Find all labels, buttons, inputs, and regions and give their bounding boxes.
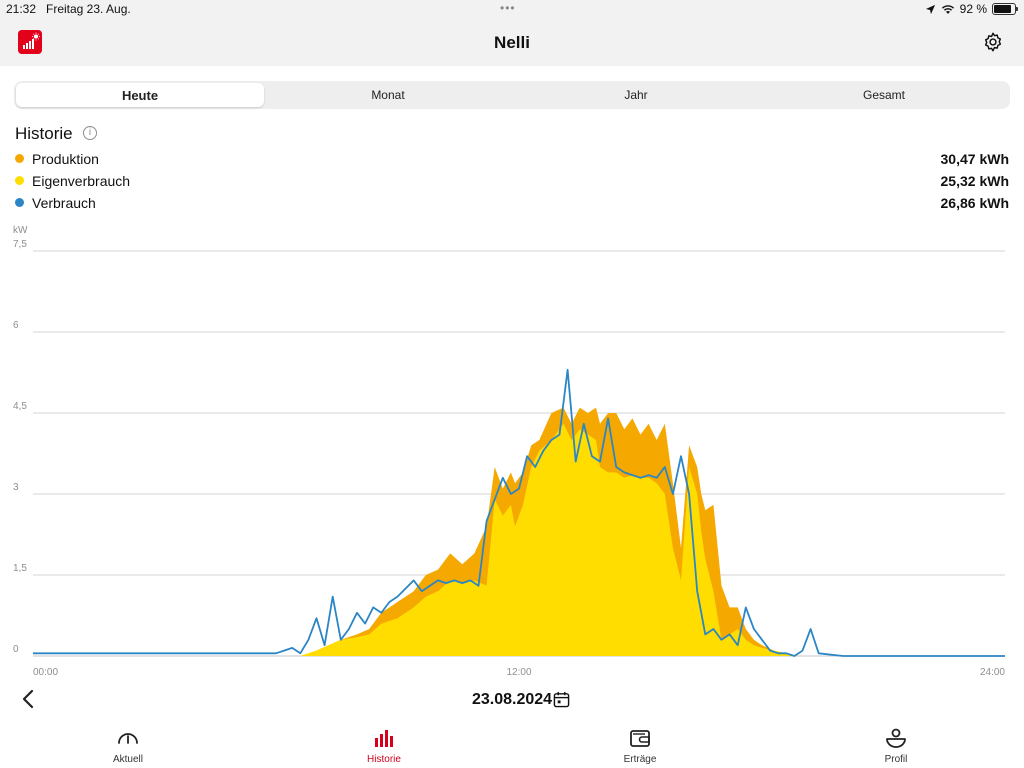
legend-label: Eigenverbrauch (32, 173, 131, 189)
status-bar: 21:32 Freitag 23. Aug. ••• 92 % (0, 0, 1024, 20)
legend-row-produktion: Produktion 30,47 kWh (15, 148, 1009, 170)
x-tick-label: 12:00 (506, 667, 531, 678)
calendar-icon[interactable] (553, 691, 570, 708)
x-tick-label: 00:00 (33, 667, 58, 678)
x-tick-label: 24:00 (980, 667, 1005, 678)
legend-dot-eigenverbrauch (15, 176, 24, 185)
tabbar-label: Profil (884, 754, 908, 765)
period-segmented-control: Heute Monat Jahr Gesamt (14, 81, 1010, 109)
legend-dot-verbrauch (15, 198, 24, 207)
status-date: Freitag 23. Aug. (46, 2, 131, 16)
y-tick-label: 6 (13, 320, 19, 331)
legend-value: 30,47 kWh (940, 151, 1009, 167)
date-selector: 23.08.2024 (0, 686, 1024, 716)
gauge-icon (118, 733, 138, 744)
power-history-chart[interactable]: kW 0 1,5 3 4,5 6 7,5 00:00 12:00 24:00 (0, 222, 1024, 682)
tab-jahr[interactable]: Jahr (512, 83, 760, 107)
status-time: 21:32 (6, 2, 37, 16)
settings-gear-icon[interactable] (982, 31, 1004, 53)
tab-gesamt[interactable]: Gesamt (760, 83, 1008, 107)
tabbar-item-aktuell[interactable]: Aktuell (68, 726, 188, 765)
tabbar-item-ertraege[interactable]: Erträge (580, 726, 700, 765)
navigation-bar: Nelli (0, 20, 1024, 66)
legend-value: 25,32 kWh (940, 173, 1009, 189)
y-tick-label: 3 (13, 482, 19, 493)
legend-value: 26,86 kWh (940, 195, 1009, 211)
wifi-icon (941, 4, 954, 14)
tab-heute[interactable]: Heute (16, 83, 264, 107)
tabbar-label: Erträge (623, 754, 657, 765)
y-axis-unit-label: kW (13, 225, 28, 236)
bottom-tab-bar: Aktuell Historie Erträge Profil (0, 720, 1024, 768)
legend-dot-produktion (15, 154, 24, 163)
section-title: Historie (15, 124, 73, 143)
y-tick-label: 4,5 (13, 401, 27, 412)
y-tick-label: 0 (13, 644, 19, 655)
wallet-icon (630, 730, 650, 747)
profile-icon (886, 728, 906, 748)
tabbar-label: Aktuell (112, 754, 143, 765)
tabbar-item-profil[interactable]: Profil (836, 726, 956, 765)
battery-percent: 92 % (959, 2, 987, 16)
tab-monat[interactable]: Monat (264, 83, 512, 107)
multitasking-dots-icon[interactable]: ••• (500, 1, 524, 15)
y-tick-label: 1,5 (13, 563, 27, 574)
legend-label: Verbrauch (32, 195, 96, 211)
tabbar-label: Historie (367, 754, 401, 765)
page-title: Nelli (494, 33, 530, 52)
legend-label: Produktion (32, 151, 99, 167)
status-icons: 92 % (925, 2, 1018, 16)
chart-legend: Produktion 30,47 kWh Eigenverbrauch 25,3… (15, 148, 1009, 214)
tabbar-item-historie[interactable]: Historie (324, 726, 444, 765)
info-icon[interactable]: i (83, 126, 97, 140)
bar-chart-icon (375, 730, 393, 747)
y-tick-label: 7,5 (13, 239, 27, 250)
selected-date: 23.08.2024 (471, 691, 553, 708)
legend-row-verbrauch: Verbrauch 26,86 kWh (15, 192, 1009, 214)
location-arrow-icon (925, 4, 935, 14)
legend-row-eigenverbrauch: Eigenverbrauch 25,32 kWh (15, 170, 1009, 192)
battery-icon (992, 3, 1018, 15)
